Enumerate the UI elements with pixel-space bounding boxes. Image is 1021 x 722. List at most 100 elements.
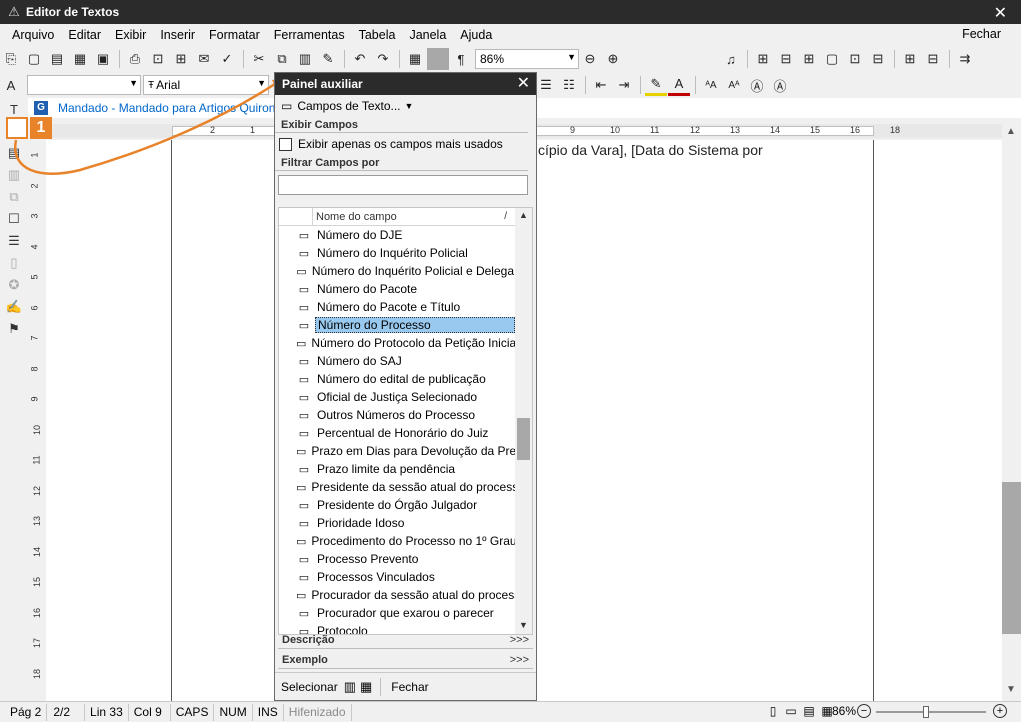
menu-inserir[interactable]: Inserir	[153, 28, 202, 42]
border-icon[interactable]: ⊞	[899, 48, 921, 70]
field-list-item[interactable]: ▭ Outros Números do Processo	[279, 406, 516, 424]
field-list-item[interactable]: ▭ Percentual de Honorário do Juiz	[279, 424, 516, 442]
change-case-icon[interactable]: Ⓐ	[746, 74, 768, 96]
email-icon[interactable]: ✉	[193, 48, 215, 70]
menu-janela[interactable]: Janela	[402, 28, 453, 42]
redo-icon[interactable]: ↷	[372, 48, 394, 70]
save-icon[interactable]: ▣	[92, 48, 114, 70]
field-list-item[interactable]: ▭ Número do Pacote e Título	[279, 298, 516, 316]
paste-icon[interactable]: ▥	[294, 48, 316, 70]
most-used-checkbox-row[interactable]: Exibir apenas os campos mais usados	[275, 133, 536, 155]
comment-icon[interactable]: ☐	[3, 208, 25, 230]
sort-icon[interactable]: /	[504, 208, 507, 226]
field-list-item[interactable]: ▭ Número do Processo	[279, 316, 516, 334]
table-grid-icon[interactable]: ⊞	[752, 48, 774, 70]
menu-editar[interactable]: Editar	[61, 28, 108, 42]
text-effects-icon[interactable]: Ⓐ	[769, 74, 791, 96]
campos-dropdown[interactable]: ▭ Campos de Texto... ▼	[275, 95, 536, 117]
zoom-in-icon[interactable]: ⊕	[602, 48, 624, 70]
menu-tabela[interactable]: Tabela	[352, 28, 403, 42]
vertical-ruler[interactable]: 1 2 3 4 5 6 7 8 9 10 11 12 13 14 15 16 17 18	[30, 140, 44, 700]
field-list-item[interactable]: ▭ Número do DJE	[279, 226, 516, 244]
list-scrollbar[interactable]: ▲ ▼	[515, 208, 532, 634]
field-list-item[interactable]: ▭ Presidente da sessão atual do processo	[279, 478, 516, 496]
split-icon[interactable]: ⊟	[867, 48, 889, 70]
web-view-icon[interactable]: ▤	[800, 704, 818, 718]
style-icon[interactable]: A	[0, 74, 22, 96]
scroll-down-icon[interactable]: ▼	[1006, 684, 1016, 695]
field-list-item[interactable]: ▭ Procurador que exarou o parecer	[279, 604, 516, 622]
chevron-down-icon[interactable]: ▼	[129, 78, 138, 88]
print-setup-icon[interactable]: ⊞	[170, 48, 192, 70]
decrease-indent-icon[interactable]: ⇤	[590, 74, 612, 96]
shading-icon[interactable]	[427, 48, 449, 70]
scroll-thumb[interactable]	[1002, 482, 1021, 634]
field-list-item[interactable]: ▭ Processo Prevento	[279, 550, 516, 568]
zoom-plus-button[interactable]: +	[993, 704, 1007, 718]
two-page-view-icon[interactable]: ▭	[782, 704, 800, 718]
numbered-list-icon[interactable]: ☰	[535, 74, 557, 96]
zoom-slider-thumb[interactable]	[922, 706, 929, 718]
paint-icon[interactable]: ⚑	[3, 318, 25, 340]
insert-cols-icon[interactable]: ⊞	[798, 48, 820, 70]
panel-icon[interactable]: ▤	[3, 142, 25, 164]
menu-formatar[interactable]: Formatar	[202, 28, 267, 42]
cut-icon[interactable]: ✂	[248, 48, 270, 70]
field-list-item[interactable]: ▭ Prazo em Dias para Devolução da Prec	[279, 442, 516, 460]
style-combo[interactable]: ▼	[27, 75, 141, 95]
highlight-icon[interactable]: ✎	[645, 74, 667, 96]
print-icon[interactable]: ⎙	[124, 48, 146, 70]
font-color-icon[interactable]: A	[668, 74, 690, 96]
scroll-down-icon[interactable]: ▼	[519, 620, 528, 630]
selecionar-button[interactable]: Selecionar	[275, 680, 344, 694]
font-grow-icon[interactable]: ᴬA	[700, 74, 722, 96]
menu-ferramentas[interactable]: Ferramentas	[267, 28, 352, 42]
font-combo[interactable]: Ŧ Arial ▼	[143, 75, 269, 95]
zoom-slider[interactable]	[876, 706, 986, 718]
field-list-item[interactable]: ▭ Número do Pacote	[279, 280, 516, 298]
document-title-link[interactable]: Mandado - Mandado para Artigos Quiron	[58, 101, 275, 115]
menu-arquivo[interactable]: Arquivo	[0, 28, 61, 42]
field-list-item[interactable]: ▭ Número do Protocolo da Petição Inicia	[279, 334, 516, 352]
bullet-list-icon[interactable]: ☷	[558, 74, 580, 96]
most-used-checkbox[interactable]	[279, 137, 292, 151]
descricao-section[interactable]: Descrição >>>	[278, 631, 533, 649]
menu-fechar[interactable]: Fechar	[962, 27, 1001, 41]
delete-table-icon[interactable]: ⊟	[922, 48, 944, 70]
paste-field-icon[interactable]: ▥	[344, 679, 356, 695]
open-icon[interactable]: ▤	[46, 48, 68, 70]
zoom-out-icon[interactable]: ⊖	[579, 48, 601, 70]
insert-rows-icon[interactable]: ⊟	[775, 48, 797, 70]
field-list-item[interactable]: ▭ Procedimento do Processo no 1º Grau	[279, 532, 516, 550]
chevron-down-icon[interactable]: ▼	[567, 52, 576, 62]
zoom-minus-button[interactable]: −	[857, 704, 871, 718]
list-icon[interactable]: ☰	[3, 230, 25, 252]
list-scroll-thumb[interactable]	[517, 418, 530, 460]
field-list-item[interactable]: ▭ Presidente do Órgão Julgador	[279, 496, 516, 514]
field-list-item[interactable]: ▭ Processos Vinculados	[279, 568, 516, 586]
zoom-combo[interactable]: 86% ▼	[475, 49, 579, 69]
field-list-item[interactable]: ▭ Número do SAJ	[279, 352, 516, 370]
document-scrollbar[interactable]: ▲ ▼	[1002, 124, 1021, 701]
document-text[interactable]: cípio da Vara], [Data do Sistema por	[538, 142, 763, 158]
panel-close-button[interactable]: ✕	[517, 73, 530, 95]
cell-icon[interactable]: ▢	[821, 48, 843, 70]
open-folder-icon[interactable]: ▦	[69, 48, 91, 70]
field-list-item[interactable]: ▭ Oficial de Justiça Selecionado	[279, 388, 516, 406]
descricao-expand[interactable]: >>>	[510, 631, 529, 649]
field-list-item[interactable]: ▭ Número do Inquérito Policial	[279, 244, 516, 262]
chevron-down-icon[interactable]: ▼	[257, 78, 266, 88]
page-view-icon[interactable]: ▯	[764, 704, 782, 718]
field-list-item[interactable]: ▭ Procurador da sessão atual do process	[279, 586, 516, 604]
format-painter-icon[interactable]: ✎	[317, 48, 339, 70]
window-close-button[interactable]: ✕	[994, 3, 1007, 23]
paragraph-marks-icon[interactable]: ¶	[450, 48, 472, 70]
insert-field-icon[interactable]: ▦	[360, 679, 372, 695]
increase-indent-icon[interactable]: ⇥	[613, 74, 635, 96]
more-icon[interactable]: ⇉	[954, 48, 976, 70]
field-list-item[interactable]: ▭ Número do edital de publicação	[279, 370, 516, 388]
scroll-up-icon[interactable]: ▲	[1006, 126, 1016, 137]
print-preview-icon[interactable]: ⊡	[147, 48, 169, 70]
fechar-button[interactable]: Fechar	[385, 680, 434, 694]
undo-icon[interactable]: ↶	[349, 48, 371, 70]
